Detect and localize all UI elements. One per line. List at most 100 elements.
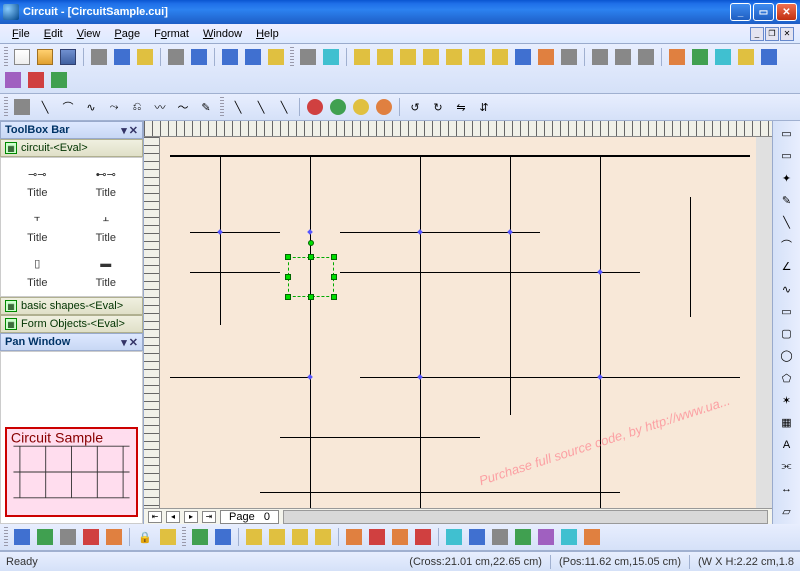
ruler-horizontal[interactable]	[144, 121, 772, 137]
format-painter-button[interactable]	[581, 526, 603, 548]
ruler-vertical[interactable]	[144, 137, 160, 508]
connector-tool-button[interactable]: ⤳	[103, 96, 125, 118]
copy-button[interactable]	[111, 46, 133, 68]
bezier-tool-button[interactable]: 〜	[172, 96, 194, 118]
undo-button[interactable]	[219, 46, 241, 68]
edit-tool-button[interactable]: ✎	[775, 190, 799, 211]
page-last-button[interactable]: ⇥	[202, 511, 216, 523]
line2-button[interactable]: ╲	[250, 96, 272, 118]
rotate-right-button[interactable]: ↻	[427, 96, 449, 118]
line-tool-button[interactable]: ╲	[34, 96, 56, 118]
maximize-button[interactable]: ▭	[753, 3, 774, 21]
order-up-button[interactable]	[389, 526, 411, 548]
brush4-button[interactable]	[373, 96, 395, 118]
fill-button[interactable]	[689, 46, 711, 68]
shape-rect-button[interactable]	[297, 46, 319, 68]
doc-restore-button[interactable]: ❐	[765, 27, 779, 41]
shape-poly-button[interactable]	[558, 46, 580, 68]
scrollbar-horizontal[interactable]	[283, 510, 768, 524]
roundrect-draw-button[interactable]: ▢	[775, 323, 799, 344]
zoom-out-button[interactable]	[635, 46, 657, 68]
shape-item[interactable]: ⊷⊸Title	[74, 162, 139, 203]
toolbar-grip[interactable]	[182, 527, 186, 547]
callout-button[interactable]: ▱	[775, 501, 799, 522]
brush2-button[interactable]	[327, 96, 349, 118]
text-color-button[interactable]	[489, 526, 511, 548]
zoom-button[interactable]	[589, 46, 611, 68]
snap-button[interactable]	[11, 526, 33, 548]
selection-box[interactable]	[288, 257, 334, 297]
pointer-tool-button[interactable]	[11, 96, 33, 118]
preview-button[interactable]	[188, 46, 210, 68]
panel-close-icon[interactable]: ✕	[129, 336, 138, 349]
line1-button[interactable]: ╲	[227, 96, 249, 118]
pattern-button[interactable]	[535, 526, 557, 548]
lock-button[interactable]: 🔒	[134, 526, 156, 548]
zoom-in-button[interactable]	[612, 46, 634, 68]
help-button[interactable]	[265, 46, 287, 68]
curve-draw-button[interactable]: ∿	[775, 279, 799, 300]
page-next-button[interactable]: ▸	[184, 511, 198, 523]
ruler-button[interactable]	[103, 526, 125, 548]
align-middle-button[interactable]	[443, 46, 465, 68]
rect-draw-button[interactable]: ▭	[775, 301, 799, 322]
polygon-draw-button[interactable]: ⬠	[775, 367, 799, 388]
star-draw-button[interactable]: ✶	[775, 390, 799, 411]
rotate-left-button[interactable]: ↺	[404, 96, 426, 118]
print-button[interactable]	[165, 46, 187, 68]
line-draw-button[interactable]: ╲	[775, 212, 799, 233]
menu-edit[interactable]: Edit	[38, 26, 69, 42]
toolbox-header[interactable]: ToolBox Bar ▾ ✕	[0, 121, 143, 139]
line-color-button[interactable]	[466, 526, 488, 548]
menu-page[interactable]: Page	[108, 26, 146, 42]
scrollbar-vertical[interactable]	[756, 137, 772, 508]
order-back-button[interactable]	[366, 526, 388, 548]
toolbar-grip[interactable]	[4, 527, 8, 547]
dist-v-button[interactable]	[266, 526, 288, 548]
text-tool-button[interactable]: ▭	[775, 145, 799, 166]
new-button[interactable]	[11, 46, 33, 68]
spline-tool-button[interactable]: 〰	[149, 96, 171, 118]
shape-square-button[interactable]	[489, 46, 511, 68]
pan-tool-button[interactable]: ✦	[775, 167, 799, 188]
order-down-button[interactable]	[412, 526, 434, 548]
arc-draw-button[interactable]: ⌒	[775, 234, 799, 255]
pan-window-header[interactable]: Pan Window ▾ ✕	[0, 333, 143, 351]
dist-h-button[interactable]	[243, 526, 265, 548]
flip-v-button[interactable]: ⇵	[473, 96, 495, 118]
layer1-button[interactable]	[189, 526, 211, 548]
order-button[interactable]	[2, 69, 24, 91]
pin-icon[interactable]: ▾	[121, 336, 127, 349]
open-button[interactable]	[34, 46, 56, 68]
pan-window[interactable]: Circuit Sample	[0, 351, 143, 524]
shape-item[interactable]: ▬Title	[74, 251, 139, 292]
minimize-button[interactable]: _	[730, 3, 751, 21]
menu-file[interactable]: File	[6, 26, 36, 42]
page-prev-button[interactable]: ◂	[166, 511, 180, 523]
align-left-button[interactable]	[351, 46, 373, 68]
gradient-button[interactable]	[558, 526, 580, 548]
connector-button[interactable]: ⫘	[775, 456, 799, 477]
shadow-button[interactable]	[512, 526, 534, 548]
shape-item[interactable]: ▯Title	[5, 251, 70, 292]
guides-button[interactable]	[80, 526, 102, 548]
grid-button[interactable]	[57, 526, 79, 548]
image-tool-button[interactable]: ▦	[775, 412, 799, 433]
menu-help[interactable]: Help	[250, 26, 285, 42]
page-tab-active[interactable]: Page 0	[220, 510, 279, 524]
toolbar-grip[interactable]	[220, 97, 224, 117]
align-center-button[interactable]	[374, 46, 396, 68]
group-button[interactable]	[25, 69, 47, 91]
arc-tool-button[interactable]: ⌒	[57, 96, 79, 118]
paste-button[interactable]	[134, 46, 156, 68]
line-button[interactable]	[712, 46, 734, 68]
font-button[interactable]	[735, 46, 757, 68]
redo-button[interactable]	[242, 46, 264, 68]
doc-close-button[interactable]: ✕	[780, 27, 794, 41]
shape-item[interactable]: ⫟Title	[5, 207, 70, 248]
panel-close-icon[interactable]: ✕	[129, 124, 138, 137]
shape-triangle-button[interactable]	[535, 46, 557, 68]
polyline-draw-button[interactable]: ∠	[775, 256, 799, 277]
dimension-button[interactable]: ↔	[775, 479, 799, 500]
brush3-button[interactable]	[350, 96, 372, 118]
